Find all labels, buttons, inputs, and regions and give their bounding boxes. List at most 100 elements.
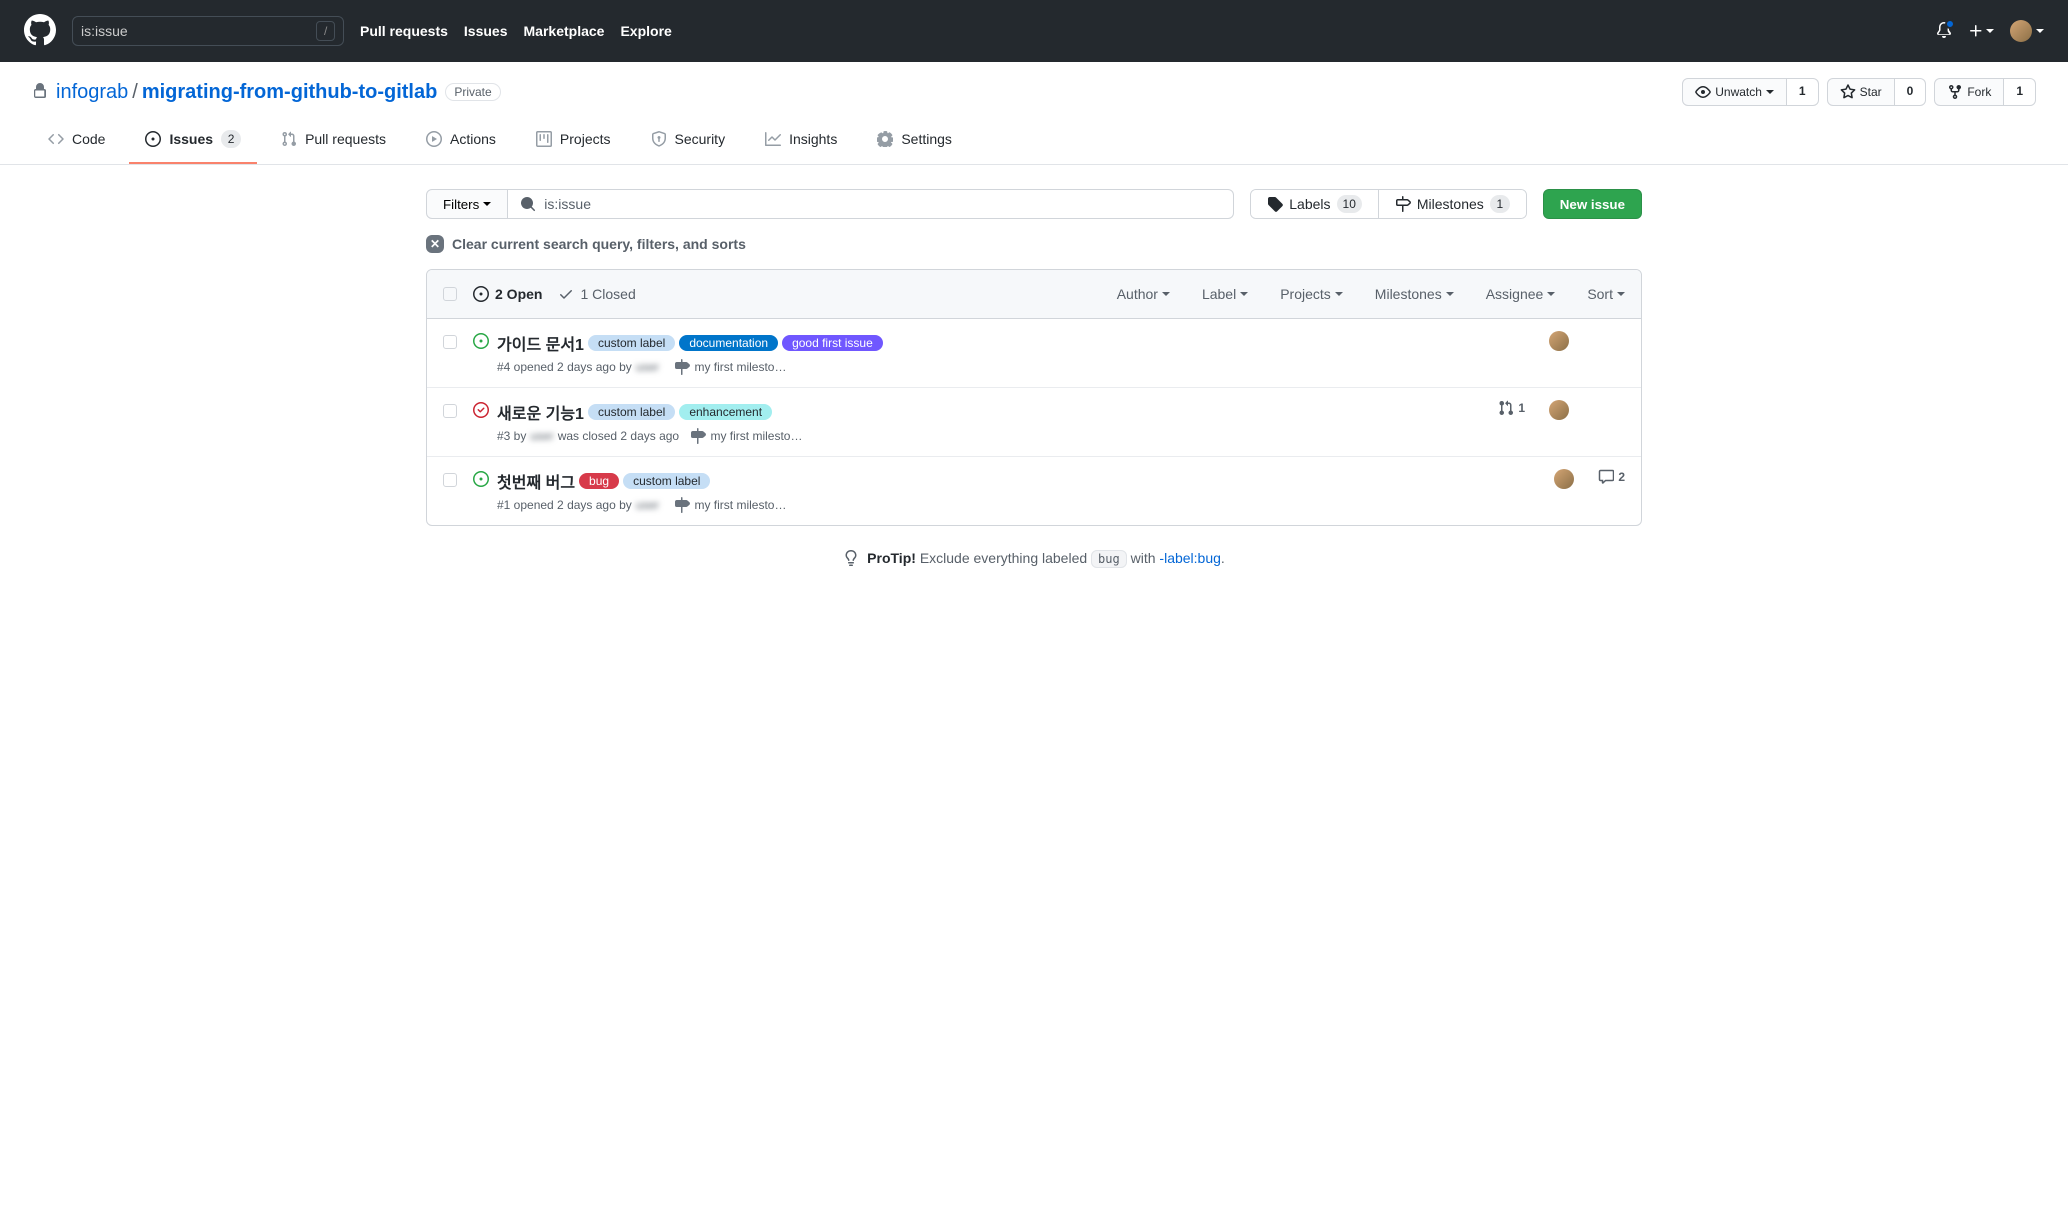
tab-actions[interactable]: Actions [410, 122, 512, 164]
caret-down-icon [1162, 292, 1170, 296]
new-issue-button[interactable]: New issue [1543, 189, 1642, 219]
issue-title-link[interactable]: 새로운 기능1 [497, 400, 584, 424]
issue-row[interactable]: 새로운 기능1 custom label enhancement #3 by u… [427, 388, 1641, 457]
milestone-link[interactable]: my first milesto… [694, 498, 786, 512]
create-new-dropdown[interactable] [1968, 23, 1994, 39]
protip-link[interactable]: -label:bug [1159, 550, 1221, 566]
issue-opened-icon [145, 131, 161, 147]
linked-pr-count[interactable]: 1 [1498, 400, 1525, 416]
clear-filters[interactable]: ✕ Clear current search query, filters, a… [426, 235, 1642, 253]
star-button-group: Star 0 [1827, 78, 1927, 106]
graph-icon [765, 131, 781, 147]
fork-button[interactable]: Fork [1934, 78, 2004, 106]
labels-button[interactable]: Labels 10 [1251, 190, 1378, 218]
lock-icon [32, 83, 48, 102]
filter-projects[interactable]: Projects [1280, 286, 1343, 302]
issue-checkbox[interactable] [443, 473, 457, 487]
nav-issues[interactable]: Issues [464, 23, 508, 39]
unwatch-button[interactable]: Unwatch [1682, 78, 1787, 106]
issues-count-badge: 2 [221, 130, 241, 148]
issue-row[interactable]: 가이드 문서1 custom label documentation good … [427, 319, 1641, 388]
filter-label[interactable]: Label [1202, 286, 1248, 302]
tag-icon [1267, 196, 1283, 212]
global-search-input[interactable] [81, 23, 316, 39]
repo-owner-link[interactable]: infograb [56, 81, 128, 104]
comment-count[interactable]: 2 [1598, 469, 1625, 485]
assignee-avatar[interactable] [1554, 469, 1574, 489]
select-all-checkbox[interactable] [443, 287, 457, 301]
tab-projects[interactable]: Projects [520, 122, 627, 164]
open-issues-link[interactable]: 2 Open [473, 286, 542, 302]
caret-down-icon [483, 202, 491, 206]
github-logo[interactable] [24, 14, 56, 49]
filter-assignee[interactable]: Assignee [1486, 286, 1556, 302]
issue-open-icon [473, 333, 489, 375]
milestone-icon [690, 428, 706, 444]
filters-dropdown[interactable]: Filters [426, 189, 508, 219]
tab-pull-requests[interactable]: Pull requests [265, 122, 402, 164]
issue-checkbox[interactable] [443, 404, 457, 418]
global-search[interactable]: / [72, 16, 344, 46]
issue-title-link[interactable]: 첫번째 버그 [497, 469, 575, 493]
watch-count[interactable]: 1 [1787, 78, 1819, 106]
label-enhancement[interactable]: enhancement [679, 404, 772, 420]
milestone-link[interactable]: my first milesto… [710, 429, 802, 443]
milestone-icon [674, 359, 690, 375]
fork-count[interactable]: 1 [2004, 78, 2036, 106]
label-documentation[interactable]: documentation [679, 335, 778, 351]
assignee-avatar[interactable] [1549, 400, 1569, 420]
caret-down-icon [1986, 29, 1994, 33]
protip: ProTip! Exclude everything labeled bug w… [426, 550, 1642, 566]
gear-icon [877, 131, 893, 147]
filter-milestones[interactable]: Milestones [1375, 286, 1454, 302]
filter-box: Filters [426, 189, 1234, 219]
eye-icon [1695, 84, 1711, 100]
tab-issues[interactable]: Issues 2 [129, 122, 257, 164]
slash-key-icon: / [316, 21, 335, 41]
protip-code: bug [1091, 550, 1127, 568]
closed-issues-link[interactable]: 1 Closed [558, 286, 635, 302]
milestone-link[interactable]: my first milesto… [694, 360, 786, 374]
main-content: Filters Labels 10 Milestones 1 New issue… [394, 165, 1674, 590]
nav-explore[interactable]: Explore [620, 23, 671, 39]
label-bug[interactable]: bug [579, 473, 619, 489]
check-icon [558, 286, 574, 302]
protip-label: ProTip! [867, 550, 916, 566]
nav-pull-requests[interactable]: Pull requests [360, 23, 448, 39]
assignee-avatar[interactable] [1549, 331, 1569, 351]
star-icon [1840, 84, 1856, 100]
close-icon: ✕ [426, 235, 444, 253]
filter-author[interactable]: Author [1117, 286, 1170, 302]
label-custom_label[interactable]: custom label [588, 335, 675, 351]
issue-row[interactable]: 첫번째 버그 bug custom label #1 opened 2 days… [427, 457, 1641, 525]
tab-code[interactable]: Code [32, 122, 121, 164]
nav-marketplace[interactable]: Marketplace [524, 23, 605, 39]
tab-security[interactable]: Security [635, 122, 742, 164]
star-count[interactable]: 0 [1895, 78, 1927, 106]
global-nav: Pull requests Issues Marketplace Explore [360, 23, 672, 39]
issue-checkbox[interactable] [443, 335, 457, 349]
issue-title-link[interactable]: 가이드 문서1 [497, 331, 584, 355]
filter-input[interactable] [536, 191, 1221, 217]
user-menu[interactable] [2010, 20, 2044, 42]
issue-open-icon [473, 471, 489, 513]
git-pull-request-icon [281, 131, 297, 147]
filter-sort[interactable]: Sort [1587, 286, 1625, 302]
tab-settings[interactable]: Settings [861, 122, 968, 164]
label-good_first_issue[interactable]: good first issue [782, 335, 883, 351]
label-custom_label[interactable]: custom label [623, 473, 710, 489]
milestones-button[interactable]: Milestones 1 [1378, 190, 1526, 218]
label-custom_label[interactable]: custom label [588, 404, 675, 420]
notifications-button[interactable] [1936, 22, 1952, 41]
repo-header: infograb / migrating-from-github-to-gitl… [0, 62, 2068, 165]
filter-input-wrap[interactable] [508, 189, 1234, 219]
repo-name-link[interactable]: migrating-from-github-to-gitlab [142, 81, 438, 104]
star-button[interactable]: Star [1827, 78, 1895, 106]
code-icon [48, 131, 64, 147]
tab-insights[interactable]: Insights [749, 122, 853, 164]
labels-count: 10 [1337, 195, 1362, 213]
play-icon [426, 131, 442, 147]
avatar [2010, 20, 2032, 42]
milestone-icon [674, 497, 690, 513]
repo-forked-icon [1947, 84, 1963, 100]
